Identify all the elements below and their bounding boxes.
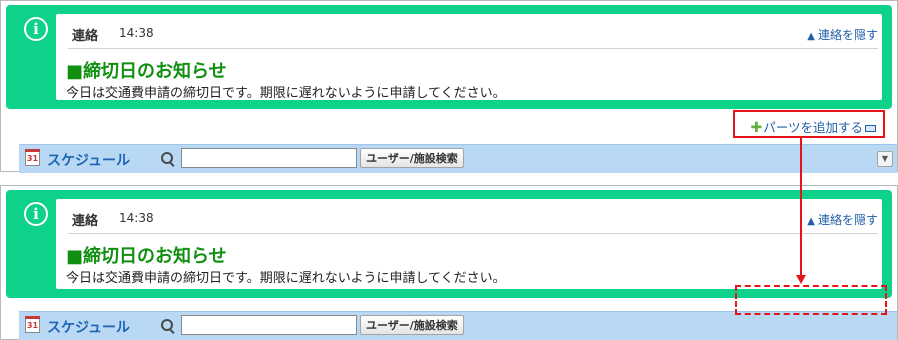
notice-title: ■締切日のお知らせ [66, 61, 227, 82]
hide-notice-label: 連絡を隠す [817, 28, 878, 42]
arrow-head [796, 275, 806, 284]
highlight-box [733, 110, 885, 138]
notice-banner: i 連絡 14:38 ▲ 連絡を隠す ■締切日のお知らせ 今日は交通費申請の締切日… [6, 190, 892, 298]
triangle-up-icon: ▲ [807, 216, 815, 227]
chevron-down-icon[interactable]: ▼ [877, 151, 893, 167]
notice-body: 今日は交通費申請の締切日です。期限に遅れないように申請してください。 [66, 86, 506, 101]
schedule-toolbar: 31 スケジュール ユーザー/施設検索 [19, 311, 897, 340]
hide-notice-link[interactable]: ▲ 連絡を隠す [807, 26, 878, 43]
notice-category: 連絡 [72, 29, 99, 44]
user-facility-search-button[interactable]: ユーザー/施設検索 [360, 315, 464, 335]
notice-time: 14:38 [119, 26, 154, 40]
search-input[interactable] [181, 315, 357, 335]
notice-card: 連絡 14:38 ▲ 連絡を隠す ■締切日のお知らせ 今日は交通費申請の締切日です… [56, 199, 882, 289]
user-facility-search-button[interactable]: ユーザー/施設検索 [360, 148, 464, 168]
hide-notice-label: 連絡を隠す [817, 213, 878, 227]
notice-time: 14:38 [119, 211, 154, 225]
notice-card: 連絡 14:38 ▲ 連絡を隠す ■締切日のお知らせ 今日は交通費申請の締切日です… [56, 14, 882, 101]
portal-panel-before: i 連絡 14:38 ▲ 連絡を隠す ■締切日のお知らせ 今日は交通費申請の締切日… [0, 0, 898, 173]
schedule-label[interactable]: スケジュール [47, 150, 130, 170]
triangle-up-icon: ▲ [807, 31, 815, 42]
info-icon: i [24, 202, 48, 226]
info-icon: i [24, 17, 48, 41]
notice-header: 連絡 14:38 ▲ 連絡を隠す [68, 199, 878, 234]
notice-category: 連絡 [72, 214, 99, 229]
search-icon [161, 152, 173, 164]
notice-header: 連絡 14:38 ▲ 連絡を隠す [68, 14, 878, 49]
search-input[interactable] [181, 148, 357, 168]
calendar-icon: 31 [25, 149, 40, 166]
notice-body: 今日は交通費申請の締切日です。期限に遅れないように申請してください。 [66, 271, 506, 286]
notice-banner: i 連絡 14:38 ▲ 連絡を隠す ■締切日のお知らせ 今日は交通費申請の締切日… [6, 5, 892, 109]
removed-area-box [735, 285, 887, 315]
schedule-toolbar: 31 スケジュール ユーザー/施設検索 ▼ [19, 144, 897, 173]
calendar-icon: 31 [25, 316, 40, 333]
search-icon [161, 319, 173, 331]
portal-panel-after: i 連絡 14:38 ▲ 連絡を隠す ■締切日のお知らせ 今日は交通費申請の締切日… [0, 185, 898, 340]
schedule-label[interactable]: スケジュール [47, 317, 130, 337]
hide-notice-link[interactable]: ▲ 連絡を隠す [807, 211, 878, 228]
arrow-line [800, 138, 802, 276]
notice-title: ■締切日のお知らせ [66, 246, 227, 267]
